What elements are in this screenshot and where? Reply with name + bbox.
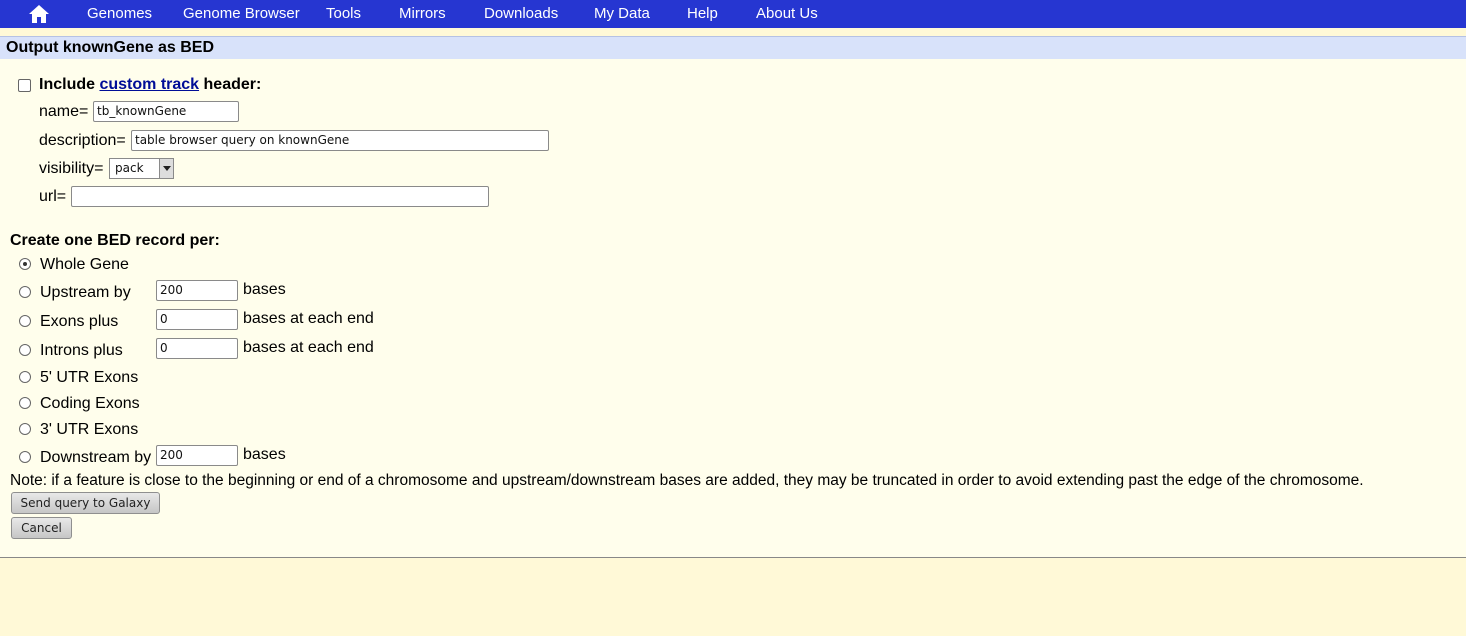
upstream-bases-label: bases <box>243 281 286 298</box>
nav-genomes[interactable]: Genomes <box>87 0 152 28</box>
downstream-input[interactable]: 200 <box>156 445 238 466</box>
nav-mirrors[interactable]: Mirrors <box>399 0 446 28</box>
cancel-button[interactable]: Cancel <box>11 517 72 539</box>
name-input[interactable]: tb_knownGene <box>93 101 239 122</box>
custom-track-link[interactable]: custom track <box>99 76 199 93</box>
visibility-select[interactable]: pack <box>109 158 174 179</box>
page-title: Output knownGene as BED <box>6 39 215 56</box>
downstream-label: Downstream by <box>40 449 152 466</box>
radio-introns-plus[interactable] <box>19 344 31 356</box>
exons-plus-input[interactable]: 0 <box>156 309 238 330</box>
url-label: url= <box>39 188 67 205</box>
bed-record-heading: Create one BED record per: <box>10 232 220 249</box>
radio-utr5[interactable] <box>19 371 31 383</box>
top-nav: Genomes Genome Browser Tools Mirrors Dow… <box>0 0 1466 28</box>
utr5-label: 5' UTR Exons <box>40 369 139 386</box>
radio-upstream[interactable] <box>19 286 31 298</box>
nav-genome-browser[interactable]: Genome Browser <box>183 0 300 28</box>
nav-my-data[interactable]: My Data <box>594 0 650 28</box>
upstream-input[interactable]: 200 <box>156 280 238 301</box>
introns-bases-label: bases at each end <box>243 339 374 356</box>
nav-downloads[interactable]: Downloads <box>484 0 558 28</box>
exons-plus-label: Exons plus <box>40 313 119 330</box>
url-input[interactable] <box>71 186 489 207</box>
radio-exons-plus[interactable] <box>19 315 31 327</box>
include-prefix: Include <box>39 76 96 93</box>
whole-gene-label: Whole Gene <box>40 256 129 273</box>
description-label: description= <box>39 132 126 149</box>
visibility-value: pack <box>115 161 144 175</box>
radio-utr3[interactable] <box>19 423 31 435</box>
radio-downstream[interactable] <box>19 451 31 463</box>
page-title-bar: Output knownGene as BED <box>0 36 1466 59</box>
radio-coding-exons[interactable] <box>19 397 31 409</box>
send-to-galaxy-button[interactable]: Send query to Galaxy <box>11 492 160 514</box>
visibility-label: visibility= <box>39 160 104 177</box>
note-text: Note: if a feature is close to the begin… <box>10 472 1364 489</box>
include-header-checkbox[interactable] <box>18 79 31 92</box>
radio-whole-gene[interactable] <box>19 258 31 270</box>
description-input[interactable]: table browser query on knownGene <box>131 130 549 151</box>
upstream-label: Upstream by <box>40 284 131 301</box>
include-header-label: Include custom track header: <box>39 76 261 94</box>
exons-bases-label: bases at each end <box>243 310 374 327</box>
introns-plus-input[interactable]: 0 <box>156 338 238 359</box>
nav-help[interactable]: Help <box>687 0 718 28</box>
home-icon[interactable] <box>28 4 50 24</box>
output-panel: Include custom track header: name= tb_kn… <box>0 59 1466 558</box>
chevron-down-icon <box>159 159 173 178</box>
utr3-label: 3' UTR Exons <box>40 421 139 438</box>
coding-exons-label: Coding Exons <box>40 395 140 412</box>
downstream-bases-label: bases <box>243 446 286 463</box>
include-suffix: header: <box>203 76 262 93</box>
nav-about-us[interactable]: About Us <box>756 0 818 28</box>
introns-plus-label: Introns plus <box>40 342 123 359</box>
name-label: name= <box>39 103 89 120</box>
nav-tools[interactable]: Tools <box>326 0 361 28</box>
